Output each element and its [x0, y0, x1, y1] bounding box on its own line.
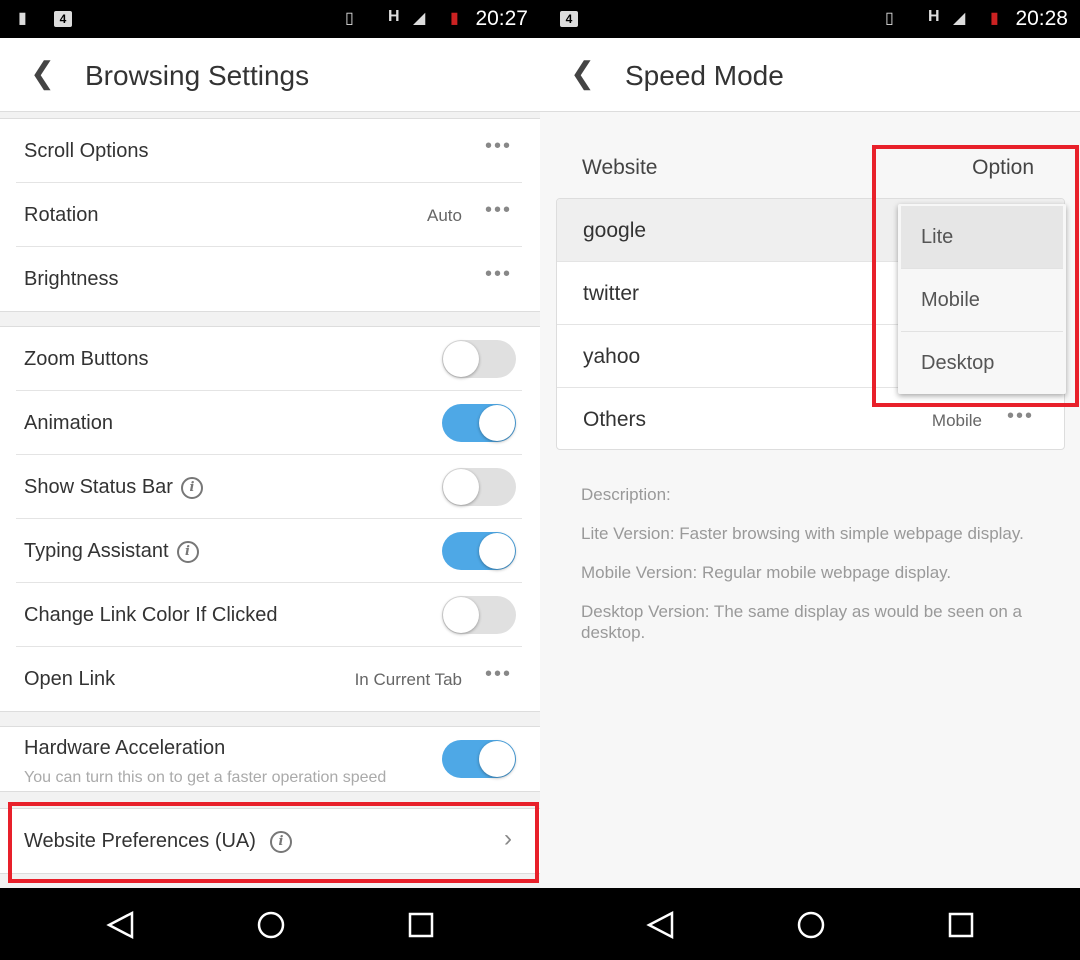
nav-bar [0, 888, 540, 960]
signal-icon: ◢ [953, 10, 966, 27]
speed-mode-screen: 4 ▯ H ◢ ▮ 20:28 ❮ Speed Mode Website Opt… [540, 0, 1080, 960]
setting-scroll-options[interactable]: Scroll Options ••• [16, 119, 522, 183]
home-nav-icon[interactable] [796, 910, 826, 940]
setting-label: Brightness [24, 268, 119, 290]
back-button[interactable]: ❮ [570, 56, 595, 91]
setting-label: Open Link [24, 668, 116, 690]
setting-typing-assistant: Typing Assistant i [16, 519, 522, 583]
setting-label: Rotation [24, 204, 99, 226]
zoom-buttons-toggle[interactable] [442, 340, 516, 378]
description-mobile: Mobile Version: Regular mobile webpage d… [581, 563, 952, 582]
setting-value: In Current Tab [354, 670, 462, 689]
back-nav-icon[interactable] [106, 910, 136, 940]
home-nav-icon[interactable] [256, 910, 286, 940]
sim-badge: 4 [560, 11, 578, 27]
info-icon[interactable]: i [176, 540, 199, 563]
setting-label: Animation [24, 412, 113, 434]
setting-label: Change Link Color If Clicked [24, 604, 278, 626]
battery-icon: ▮ [990, 10, 999, 27]
page-title: Browsing Settings [85, 60, 310, 91]
clock: 20:28 [1015, 7, 1068, 30]
typing-assistant-toggle[interactable] [442, 532, 516, 570]
battery-alert-icon: ▮ [18, 10, 27, 27]
more-icon[interactable]: ••• [485, 199, 512, 222]
description-lite: Lite Version: Faster browsing with simpl… [581, 524, 1024, 543]
show-status-bar-toggle[interactable] [442, 468, 516, 506]
setting-label: Hardware Acceleration [24, 737, 226, 759]
setting-label: Scroll Options [24, 140, 149, 162]
network-type: H [928, 8, 940, 25]
highlight-box [872, 145, 1079, 407]
more-icon[interactable]: ••• [1007, 405, 1034, 428]
status-bar: ▮ 4 ▯ H ◢ ▮ 20:27 [0, 0, 540, 38]
signal-icon: ◢ [413, 10, 426, 27]
status-bar: 4 ▯ H ◢ ▮ 20:28 [540, 0, 1080, 38]
setting-zoom-buttons: Zoom Buttons [16, 327, 522, 391]
setting-label: Typing Assistant i [24, 540, 199, 563]
site-name: Others [583, 408, 647, 431]
setting-show-status-bar: Show Status Bar i [16, 455, 522, 519]
page-title: Speed Mode [625, 60, 784, 91]
setting-description: You can turn this on to get a faster ope… [24, 769, 387, 786]
setting-hardware-acceleration: Hardware Acceleration You can turn this … [16, 727, 522, 793]
site-name: twitter [583, 282, 640, 305]
setting-open-link[interactable]: Open Link In Current Tab ••• [16, 647, 522, 711]
sim-badge: 4 [54, 11, 72, 27]
battery-icon: ▮ [450, 10, 459, 27]
more-icon[interactable]: ••• [485, 263, 512, 286]
animation-toggle[interactable] [442, 404, 516, 442]
setting-rotation[interactable]: Rotation Auto ••• [16, 183, 522, 247]
site-name: google [583, 219, 647, 242]
site-option-value: Mobile [931, 411, 982, 430]
nav-bar [540, 888, 1080, 960]
app-header: ❮ Browsing Settings [0, 38, 540, 112]
hardware-acceleration-toggle[interactable] [442, 740, 516, 778]
setting-label: Zoom Buttons [24, 348, 149, 370]
section-general: Scroll Options ••• Rotation Auto ••• Bri… [0, 118, 540, 312]
more-icon[interactable]: ••• [485, 663, 512, 686]
change-link-color-toggle[interactable] [442, 596, 516, 634]
back-button[interactable]: ❮ [30, 56, 55, 91]
site-name: yahoo [583, 345, 641, 368]
more-icon[interactable]: ••• [485, 135, 512, 158]
description-heading: Description: [581, 485, 671, 504]
setting-value: Auto [427, 206, 462, 225]
clock: 20:27 [475, 7, 528, 30]
section-features: Zoom Buttons Animation Show Status Bar i … [0, 326, 540, 712]
setting-change-link-color: Change Link Color If Clicked [16, 583, 522, 647]
vibrate-icon: ▯ [885, 10, 894, 27]
recents-nav-icon[interactable] [406, 910, 436, 940]
column-header-website: Website [582, 156, 658, 179]
app-header: ❮ Speed Mode [540, 38, 1080, 112]
browsing-settings-screen: ▮ 4 ▯ H ◢ ▮ 20:27 ❮ Browsing Settings Sc… [0, 0, 540, 960]
vibrate-icon: ▯ [345, 10, 354, 27]
recents-nav-icon[interactable] [946, 910, 976, 940]
back-nav-icon[interactable] [646, 910, 676, 940]
setting-animation: Animation [16, 391, 522, 455]
highlight-box [8, 802, 539, 883]
section-hardware: Hardware Acceleration You can turn this … [0, 726, 540, 792]
network-type: H [388, 8, 400, 25]
setting-label: Show Status Bar i [24, 476, 203, 499]
info-icon[interactable]: i [180, 476, 203, 499]
description-desktop: Desktop Version: The same display as wou… [581, 602, 1023, 642]
setting-brightness[interactable]: Brightness ••• [16, 247, 522, 311]
